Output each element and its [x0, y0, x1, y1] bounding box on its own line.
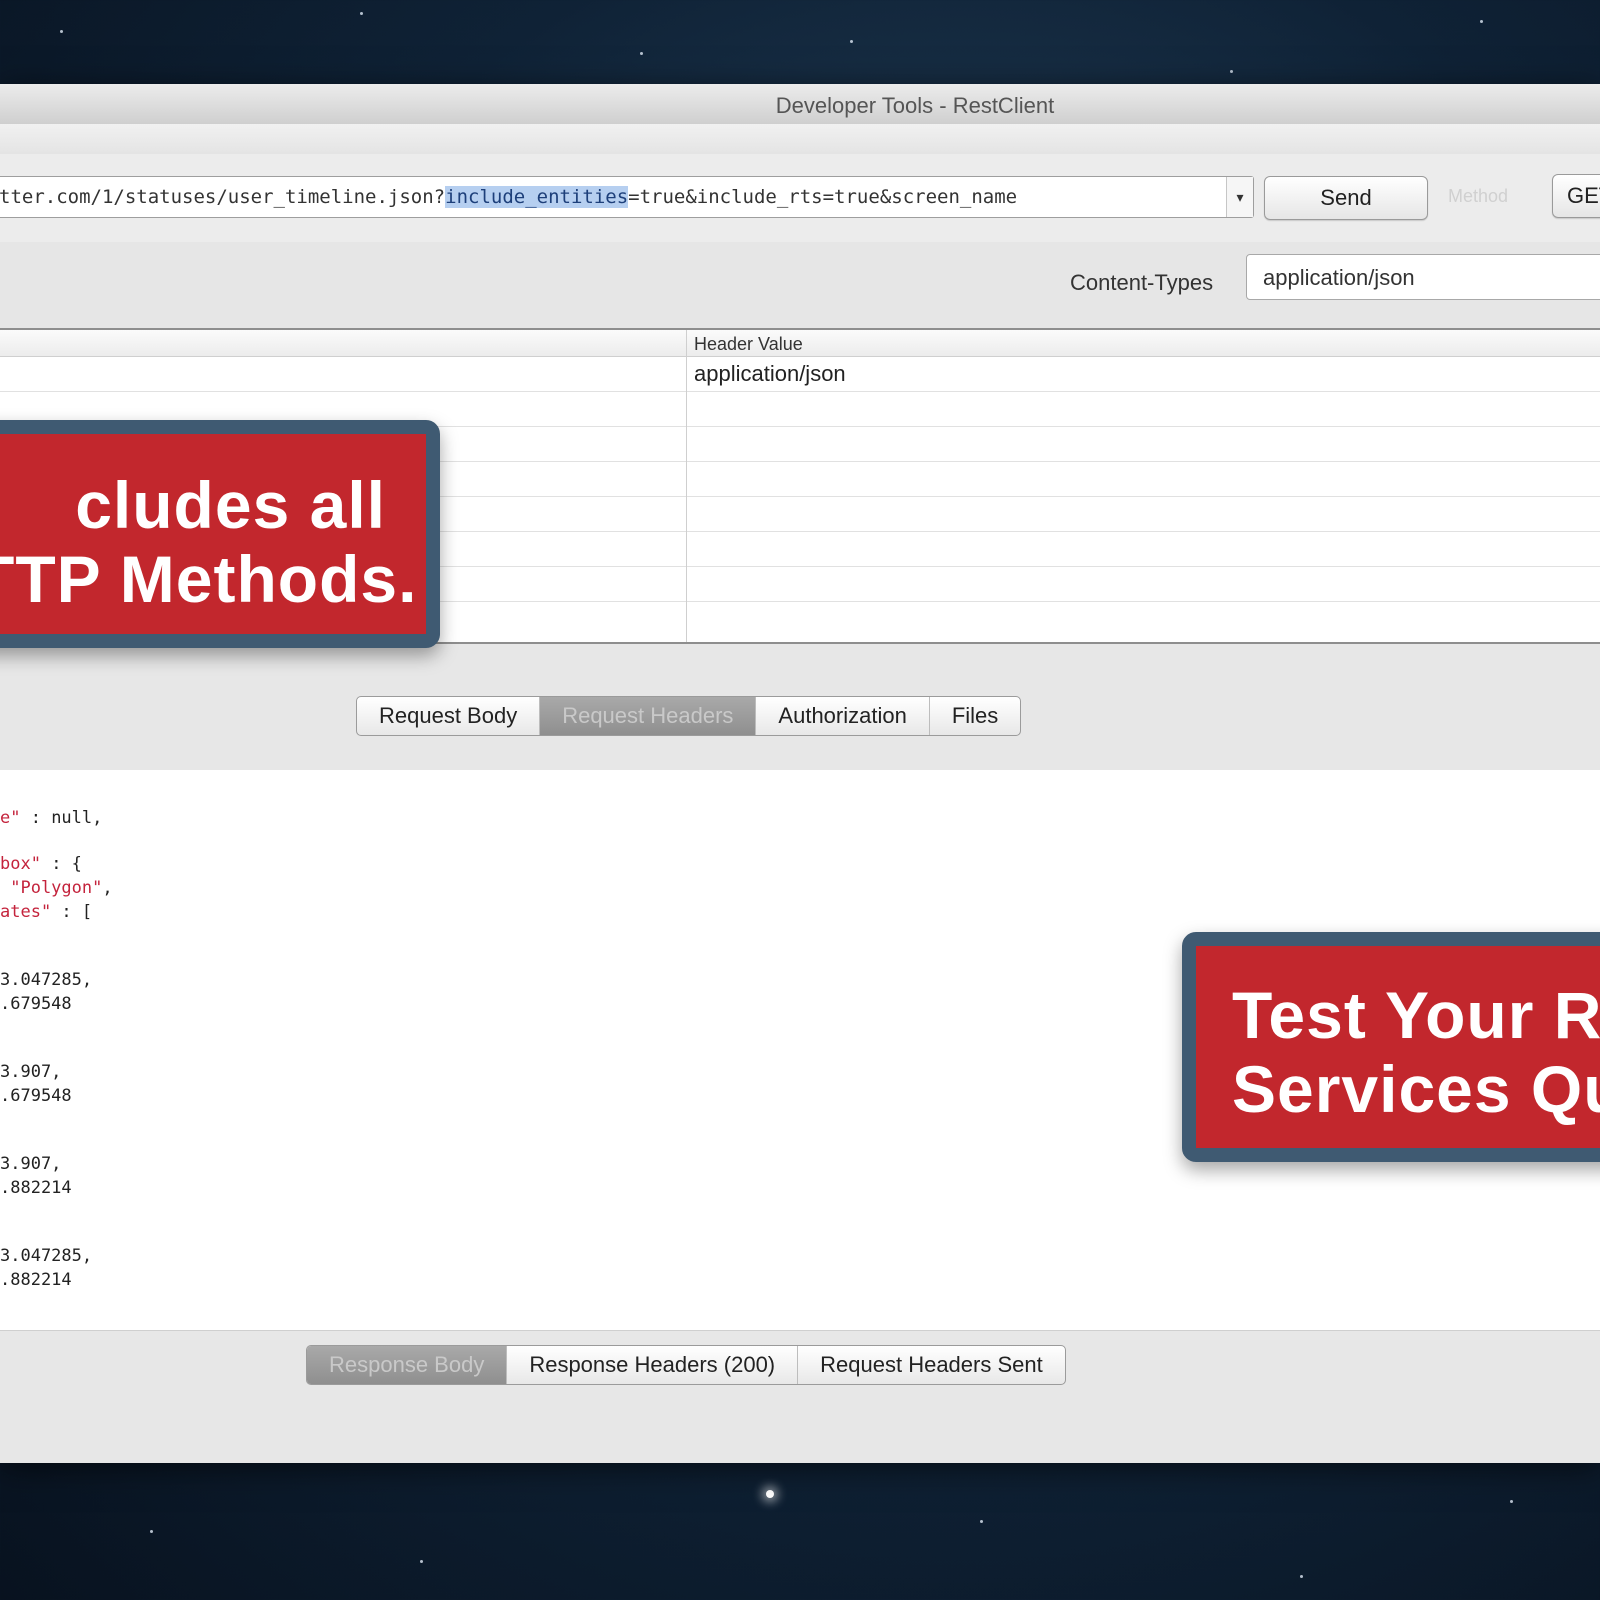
window-title: Developer Tools - RestClient	[775, 93, 1055, 118]
toolbar-strip	[0, 124, 1600, 155]
header-value-cell: application/json	[694, 361, 846, 386]
tab-response-headers[interactable]: Response Headers (200)	[507, 1346, 799, 1384]
json-line: "Polygon",	[0, 878, 113, 898]
json-line: .882214	[0, 1270, 72, 1290]
star	[640, 52, 643, 55]
content-type-row: Content-Types application/json	[0, 242, 1600, 330]
tab-response-body[interactable]: Response Body	[307, 1346, 508, 1384]
column-divider	[686, 330, 687, 642]
url-text-prefix: tter.com/1/statuses/user_timeline.json?	[0, 186, 446, 208]
star	[1300, 1575, 1303, 1578]
callout-line: cludes all	[75, 468, 386, 542]
json-line: ates" : [	[0, 902, 93, 922]
send-button[interactable]: Send	[1264, 176, 1428, 220]
response-tabs: Response Body Response Headers (200) Req…	[306, 1345, 1066, 1385]
tab-request-headers-sent[interactable]: Request Headers Sent	[798, 1346, 1065, 1384]
star	[980, 1520, 983, 1523]
star	[1480, 20, 1483, 23]
url-text-suffix: =true&include_rts=true&screen_name	[628, 186, 1018, 208]
url-history-dropdown[interactable]: ▾	[1226, 177, 1253, 217]
promo-callout-methods: cludes all TTP Methods.	[0, 420, 440, 648]
json-line: .679548	[0, 994, 72, 1014]
json-line: .679548	[0, 1086, 72, 1106]
star	[60, 30, 63, 33]
method-select[interactable]: GET	[1552, 174, 1600, 218]
url-row: tter.com/1/statuses/user_timeline.json?i…	[0, 154, 1600, 243]
star	[850, 40, 853, 43]
star	[360, 12, 363, 15]
json-line: 3.047285,	[0, 1246, 93, 1266]
chevron-down-icon: ▾	[1236, 189, 1244, 205]
request-tabs-area: Request Body Request Headers Authorizati…	[0, 644, 1600, 771]
content-type-label: Content-Types	[1070, 270, 1214, 295]
table-row[interactable]: application/json	[0, 357, 1600, 392]
response-tabs-area: Response Body Response Headers (200) Req…	[0, 1330, 1600, 1463]
content-type-select[interactable]: application/json	[1246, 254, 1600, 300]
callout-line: Services Qu	[1232, 1052, 1600, 1126]
star	[150, 1530, 153, 1533]
callout-line: TTP Methods.	[0, 542, 418, 616]
restclient-window: Developer Tools - RestClient tter.com/1/…	[0, 84, 1600, 1463]
title-bar: Developer Tools - RestClient	[0, 84, 1600, 125]
star	[766, 1490, 774, 1498]
method-label: Method	[1448, 186, 1509, 206]
tab-request-headers[interactable]: Request Headers	[540, 697, 757, 735]
promo-callout-test: Test Your R Services Qu	[1182, 932, 1600, 1162]
header-value-column: Header Value	[694, 334, 803, 354]
tab-request-body[interactable]: Request Body	[357, 697, 541, 735]
star	[1510, 1500, 1513, 1503]
callout-line: Test Your R	[1232, 978, 1600, 1052]
tab-authorization[interactable]: Authorization	[756, 697, 930, 735]
url-text-selection: include_entities	[445, 186, 629, 208]
json-line: .882214	[0, 1178, 72, 1198]
grid-header: Header Value	[0, 330, 1600, 357]
request-tabs: Request Body Request Headers Authorizati…	[356, 696, 1022, 736]
json-line: 3.047285,	[0, 970, 93, 990]
json-line: e" : null,	[0, 808, 103, 828]
json-line: 3.907,	[0, 1062, 62, 1082]
url-input[interactable]: tter.com/1/statuses/user_timeline.json?i…	[0, 176, 1254, 218]
tab-files[interactable]: Files	[930, 697, 1020, 735]
star	[1230, 70, 1233, 73]
json-line: 3.907,	[0, 1154, 62, 1174]
json-line: box" : {	[0, 854, 82, 874]
star	[420, 1560, 423, 1563]
